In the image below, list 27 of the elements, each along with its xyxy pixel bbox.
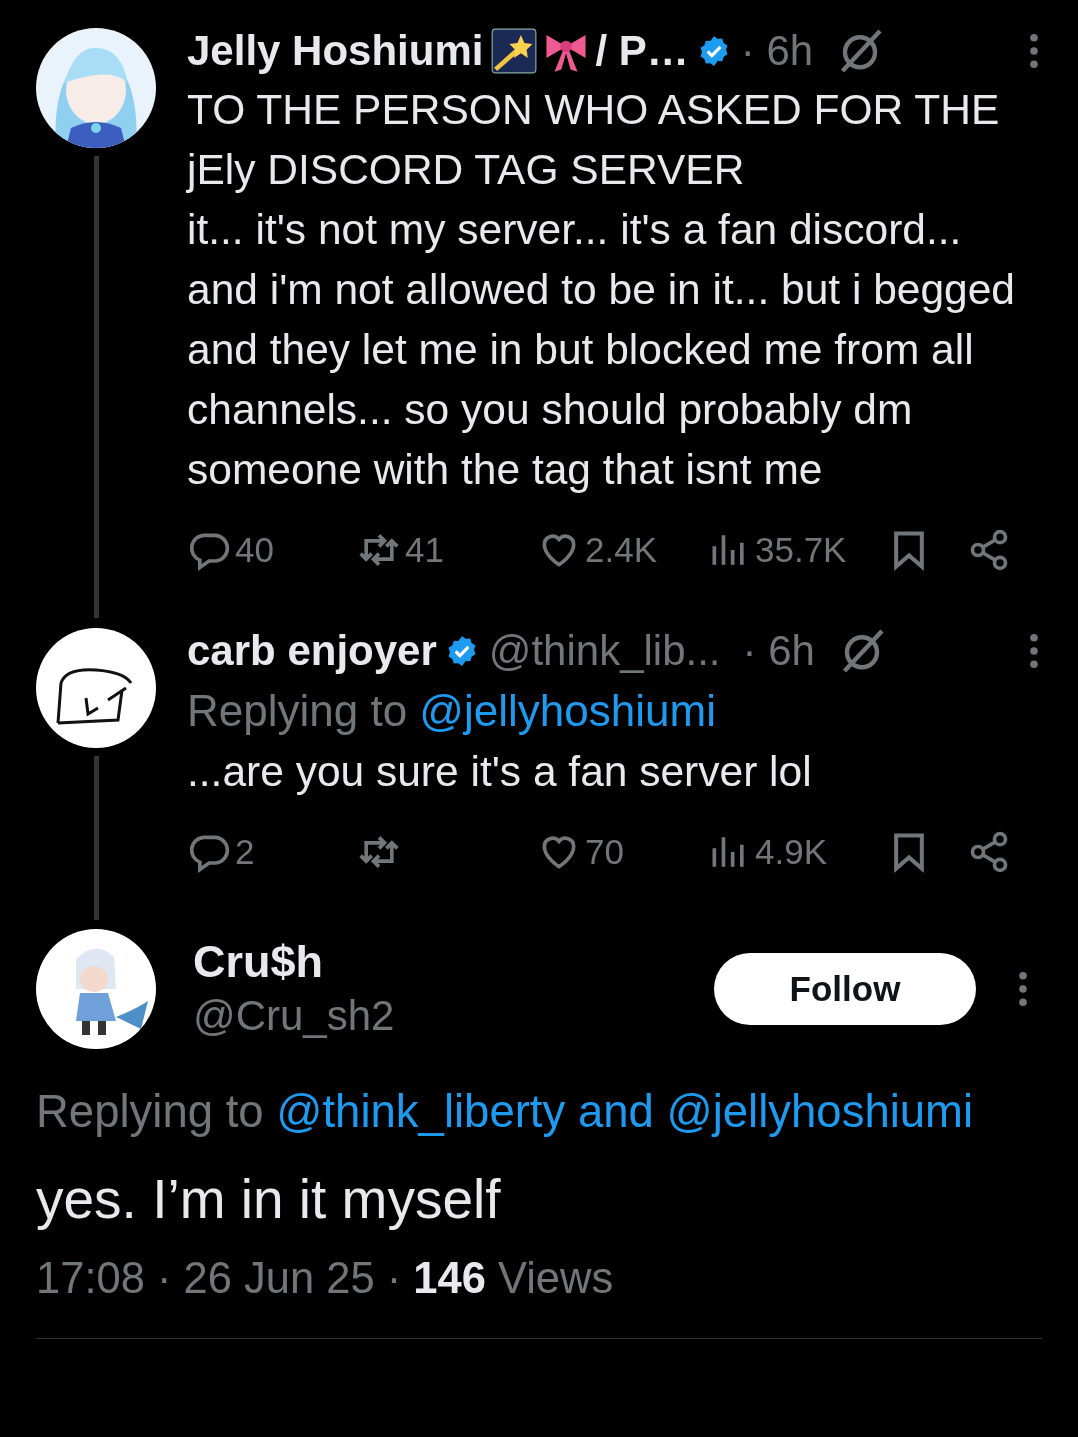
user-name[interactable]: carb enjoyer: [187, 627, 437, 675]
repost-count: 41: [405, 530, 444, 570]
user-name[interactable]: Cru$h: [193, 935, 395, 989]
view-count: 4.9K: [755, 832, 827, 872]
reply-count: 40: [235, 530, 274, 570]
post-text: yes. I’m in it myself: [36, 1167, 502, 1232]
post-time[interactable]: · 6h: [740, 27, 814, 75]
user-handle[interactable]: @Cru_sh2: [193, 989, 395, 1043]
like-count: 70: [585, 832, 624, 872]
more-options-icon[interactable]: [1029, 632, 1039, 670]
view-count: 35.7K: [755, 530, 847, 570]
like-count: 2.4K: [585, 530, 657, 570]
replying-to-text: Replying to @think_liberty and @jellyhoshiumi: [36, 1085, 975, 1139]
reply-count: 2: [235, 832, 255, 872]
more-options-icon[interactable]: [1018, 970, 1028, 1008]
more-options-icon[interactable]: [1029, 32, 1039, 70]
post-text: it... it's not my server... it's a fan discord... and i'm not allowed to be in it... but i begged and they let me in but blocked me from all channels... so you should probably dm someone with the tag that isnt me: [187, 205, 1016, 495]
post-text: ...are you sure it's a fan server lol: [187, 747, 813, 797]
user-name-suffix: / P…: [595, 27, 689, 75]
user-handle[interactable]: @think_lib...: [488, 627, 721, 675]
post-timestamp: 17:08 · 26 Jun 25 · 146 Views: [36, 1253, 615, 1304]
replying-to-text: Replying to @jellyhoshiumi: [187, 685, 717, 737]
user-name[interactable]: Jelly Hoshiumi: [187, 27, 484, 75]
follow-button[interactable]: Follow: [714, 953, 976, 1025]
post-time[interactable]: · 6h: [742, 627, 815, 675]
mention-link[interactable]: @think_liberty and @jellyhoshiumi: [276, 1086, 974, 1137]
mention-link[interactable]: @jellyhoshiumi: [419, 686, 716, 735]
